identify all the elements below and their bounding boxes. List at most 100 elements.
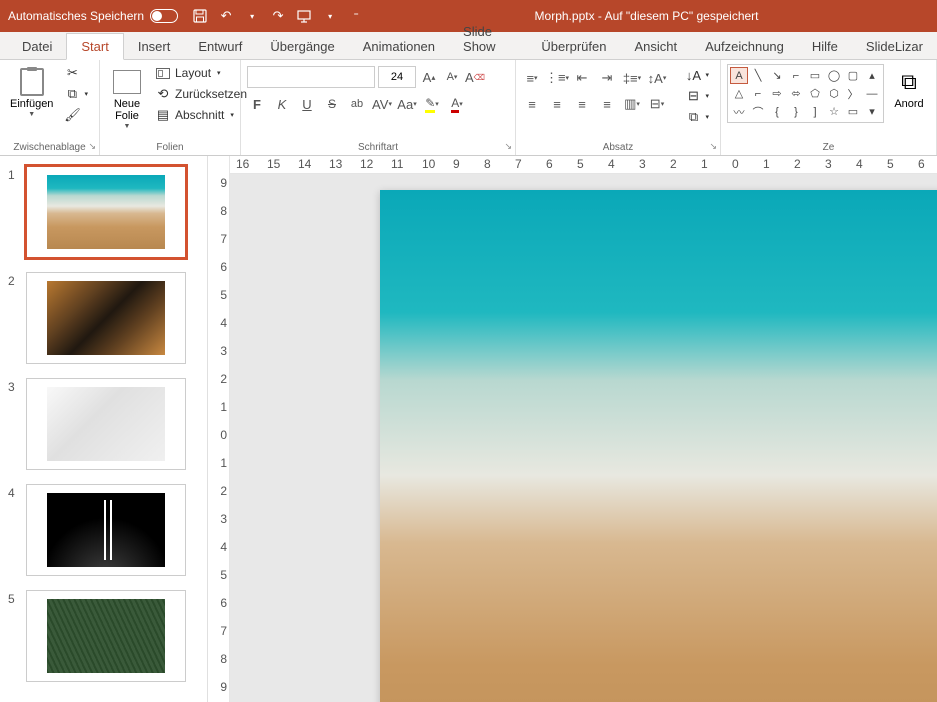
align-v-button[interactable]: ⊟▾ (682, 87, 712, 105)
slide-canvas[interactable] (380, 190, 937, 702)
spacing-button[interactable]: AV▾ (372, 94, 392, 114)
cut-button[interactable]: ✂ (61, 64, 91, 82)
save-icon[interactable] (192, 8, 208, 24)
shape-rbracket-icon[interactable]: ] (806, 103, 824, 120)
shape-roundrect-icon[interactable]: ▢ (844, 67, 862, 84)
slide-image[interactable] (380, 190, 937, 702)
arrange-button[interactable]: ⧉ Anord (888, 64, 930, 112)
format-painter-button[interactable]: 🖌 (61, 106, 91, 124)
numbering-button[interactable]: ⋮≡▾ (547, 68, 567, 88)
shape-lbrace-icon[interactable]: { (768, 103, 786, 120)
section-button[interactable]: ▤Abschnitt▾ (152, 106, 250, 124)
shape-down-icon[interactable]: ▾ (863, 103, 881, 120)
font-launcher-icon[interactable]: ↘ (503, 140, 513, 153)
shape-line-icon[interactable]: ╲ (749, 67, 767, 84)
strike-button[interactable]: S (322, 94, 342, 114)
shape-mid-icon[interactable]: — (863, 85, 881, 102)
align-center-button[interactable]: ≡ (547, 94, 567, 114)
slide-thumb-1[interactable] (26, 166, 186, 258)
italic-button[interactable]: K (272, 94, 292, 114)
tab-entwurf[interactable]: Entwurf (184, 34, 256, 59)
thumb-row[interactable]: 2 (8, 272, 199, 364)
layout-button[interactable]: Layout▾ (152, 64, 250, 82)
line-spacing-button[interactable]: ‡≡▾ (622, 68, 642, 88)
shape-hex-icon[interactable]: ⬡ (825, 85, 843, 102)
tab-aufzeichnung[interactable]: Aufzeichnung (691, 34, 798, 59)
shape-triangle-icon[interactable]: △ (730, 85, 748, 102)
shape-textbox-icon[interactable]: A (730, 67, 748, 84)
shape-arrow-line-icon[interactable]: ↘ (768, 67, 786, 84)
case-button[interactable]: Aa▾ (397, 94, 417, 114)
shape-arrow-b-icon[interactable]: ⬄ (787, 85, 805, 102)
font-color-button[interactable]: A▾ (447, 94, 467, 114)
thumb-row[interactable]: 5 (8, 590, 199, 682)
bold-button[interactable]: F (247, 94, 267, 114)
shape-up-icon[interactable]: ▴ (863, 67, 881, 84)
align-text-button[interactable]: ⊟▾ (647, 94, 667, 114)
qat-customize-icon[interactable]: ⁼ (348, 8, 364, 24)
bullets-button[interactable]: ≡▾ (522, 68, 542, 88)
highlight-button[interactable]: ✎▾ (422, 94, 442, 114)
smartart-button[interactable]: ⧉▾ (682, 108, 712, 126)
slide-thumb-5[interactable] (26, 590, 186, 682)
align-justify-button[interactable]: ≡ (597, 94, 617, 114)
reset-button[interactable]: ⟲Zurücksetzen (152, 85, 250, 103)
align-left-button[interactable]: ≡ (522, 94, 542, 114)
tab-ueberpruefen[interactable]: Überprüfen (527, 34, 620, 59)
clipboard-launcher-icon[interactable]: ↘ (87, 140, 97, 153)
shape-arc-icon[interactable]: ⌒ (749, 103, 767, 120)
tab-hilfe[interactable]: Hilfe (798, 34, 852, 59)
align-right-button[interactable]: ≡ (572, 94, 592, 114)
shapes-gallery[interactable]: A ╲ ↘ ⌐ ▭ ◯ ▢ ▴ △ ⌐ ⇨ ⬄ ⬠ ⬡ 〉 — 〰 ⌒ { } (727, 64, 884, 123)
text-dir-button[interactable]: ↓A▾ (682, 66, 712, 84)
shape-arrow-r-icon[interactable]: ⇨ (768, 85, 786, 102)
present-dropdown-icon[interactable]: ▾ (322, 8, 338, 24)
slide-thumb-4[interactable] (26, 484, 186, 576)
paste-button[interactable]: Einfügen ▼ (6, 64, 57, 120)
font-name-input[interactable] (247, 66, 375, 88)
tab-slidelizard[interactable]: SlideLizar (852, 34, 937, 59)
paragraph-launcher-icon[interactable]: ↘ (708, 140, 718, 153)
tab-uebergaenge[interactable]: Übergänge (256, 34, 348, 59)
shape-oval-icon[interactable]: ◯ (825, 67, 843, 84)
redo-icon[interactable]: ↷ (270, 8, 286, 24)
shadow-button[interactable]: ab (347, 94, 367, 114)
shape-rect-icon[interactable]: ▭ (806, 67, 824, 84)
slide-editor[interactable]: 161514131211109876543210123456 (230, 156, 937, 702)
shape-rbrace-icon[interactable]: } (787, 103, 805, 120)
slide-thumb-2[interactable] (26, 272, 186, 364)
toggle-icon[interactable] (150, 9, 178, 23)
shape-connector-icon[interactable]: ⌐ (787, 67, 805, 84)
thumb-row[interactable]: 4 (8, 484, 199, 576)
text-direction-button[interactable]: ↕A▾ (647, 68, 667, 88)
underline-button[interactable]: U (297, 94, 317, 114)
copy-button[interactable]: ⧉▾ (61, 85, 91, 103)
shape-l-icon[interactable]: ⌐ (749, 85, 767, 102)
indent-left-button[interactable]: ⇤ (572, 68, 592, 88)
undo-dropdown-icon[interactable]: ▾ (244, 8, 260, 24)
clear-format-icon[interactable]: A⌫ (465, 67, 485, 87)
slide-thumb-3[interactable] (26, 378, 186, 470)
shape-curve-icon[interactable]: 〰 (730, 103, 748, 120)
present-icon[interactable] (296, 8, 312, 24)
slide-panel[interactable]: 1 2 3 4 5 (0, 156, 208, 702)
thumb-row[interactable]: 1 (8, 166, 199, 258)
shape-chevron-icon[interactable]: 〉 (844, 85, 862, 102)
indent-right-button[interactable]: ⇥ (597, 68, 617, 88)
tab-insert[interactable]: Insert (124, 34, 185, 59)
thumb-row[interactable]: 3 (8, 378, 199, 470)
autosave-toggle[interactable]: Automatisches Speichern (8, 9, 178, 23)
columns-button[interactable]: ▥▾ (622, 94, 642, 114)
tab-animationen[interactable]: Animationen (349, 34, 449, 59)
tab-datei[interactable]: Datei (8, 34, 66, 59)
tab-slideshow[interactable]: Slide Show (449, 19, 527, 59)
tab-start[interactable]: Start (66, 33, 123, 60)
decrease-font-icon[interactable]: A▾ (442, 67, 462, 87)
tab-ansicht[interactable]: Ansicht (620, 34, 691, 59)
increase-font-icon[interactable]: A▴ (419, 67, 439, 87)
shape-star-icon[interactable]: ☆ (825, 103, 843, 120)
font-size-input[interactable] (378, 66, 416, 88)
shape-callout-icon[interactable]: ▭ (844, 103, 862, 120)
undo-icon[interactable]: ↶ (218, 8, 234, 24)
new-slide-button[interactable]: Neue Folie ▼ (106, 64, 148, 132)
